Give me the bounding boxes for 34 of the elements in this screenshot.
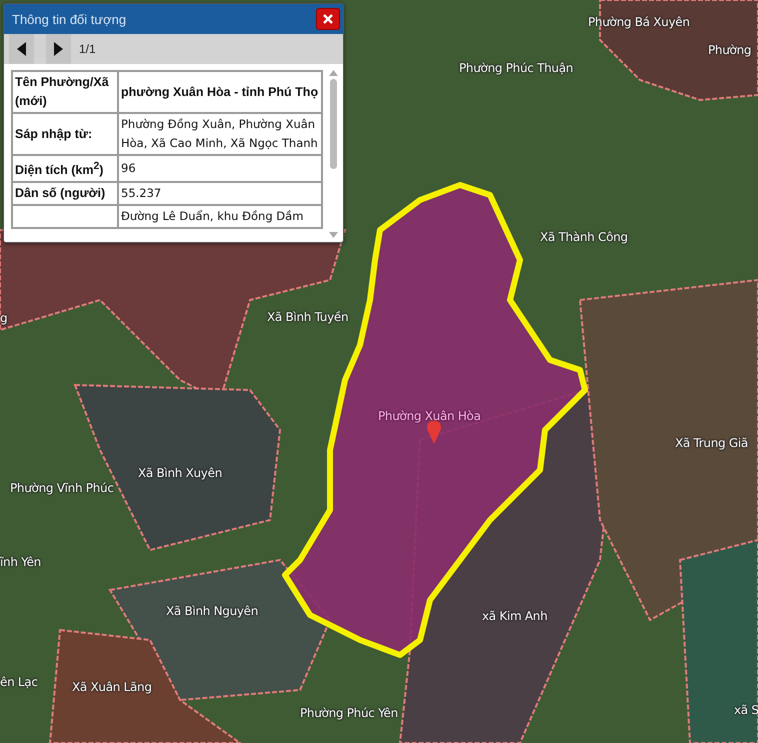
place-label: Xã Thành Công bbox=[540, 229, 628, 245]
table-cell: phường Xuân Hòa - tỉnh Phú Thọ bbox=[118, 71, 322, 113]
place-label: Phường Phúc Thuận bbox=[459, 60, 574, 76]
place-label: Phường Bá Xuyên bbox=[588, 14, 690, 30]
table-cell: Đường Lê Duẩn, khu Đồng Dầm bbox=[118, 205, 322, 228]
table-cell: Sáp nhập từ: bbox=[12, 113, 118, 155]
table-cell: 55.237 bbox=[118, 182, 322, 206]
close-icon bbox=[323, 14, 333, 24]
right-triangle-icon bbox=[54, 42, 63, 56]
place-label: Phường Xuân Hòa bbox=[378, 408, 481, 424]
place-label: Xã Trung Giã bbox=[675, 435, 748, 451]
table-cell: Tên Phường/Xã (mới) bbox=[12, 71, 118, 113]
place-label: xã Kim Anh bbox=[482, 608, 548, 624]
close-button[interactable] bbox=[316, 8, 340, 30]
popup-title: Thông tin đối tượng bbox=[12, 12, 126, 26]
table-cell: Dân số (người) bbox=[12, 182, 118, 206]
table-cell: Diện tích (km$^{2}$) bbox=[12, 155, 118, 182]
place-label: Phường Vĩnh Phúc bbox=[10, 480, 114, 496]
place-label: xã S bbox=[734, 702, 758, 718]
table-cell: 96 bbox=[118, 155, 322, 182]
place-label: Phường bbox=[708, 42, 752, 58]
place-label: Xã Xuân Lãng bbox=[72, 679, 152, 695]
place-label: g bbox=[0, 310, 8, 326]
previous-button[interactable] bbox=[9, 34, 34, 64]
next-button[interactable] bbox=[46, 34, 71, 64]
place-label: ên Lạc bbox=[0, 674, 38, 690]
table-cell: Phường Đồng Xuân, Phường Xuân Hòa, Xã Cao Minh, Xã Ngọc Thanh bbox=[118, 113, 322, 155]
place-label: ĩnh Yên bbox=[0, 554, 41, 570]
place-label: Xã Bình Xuyên bbox=[138, 465, 222, 481]
left-triangle-icon bbox=[17, 42, 26, 56]
page-counter: 1/1 bbox=[79, 42, 96, 56]
place-label: Xã Bình Tuyền bbox=[267, 309, 348, 325]
place-label: Phường Phúc Yên bbox=[300, 705, 398, 721]
place-label: Xã Bình Nguyên bbox=[166, 603, 258, 619]
